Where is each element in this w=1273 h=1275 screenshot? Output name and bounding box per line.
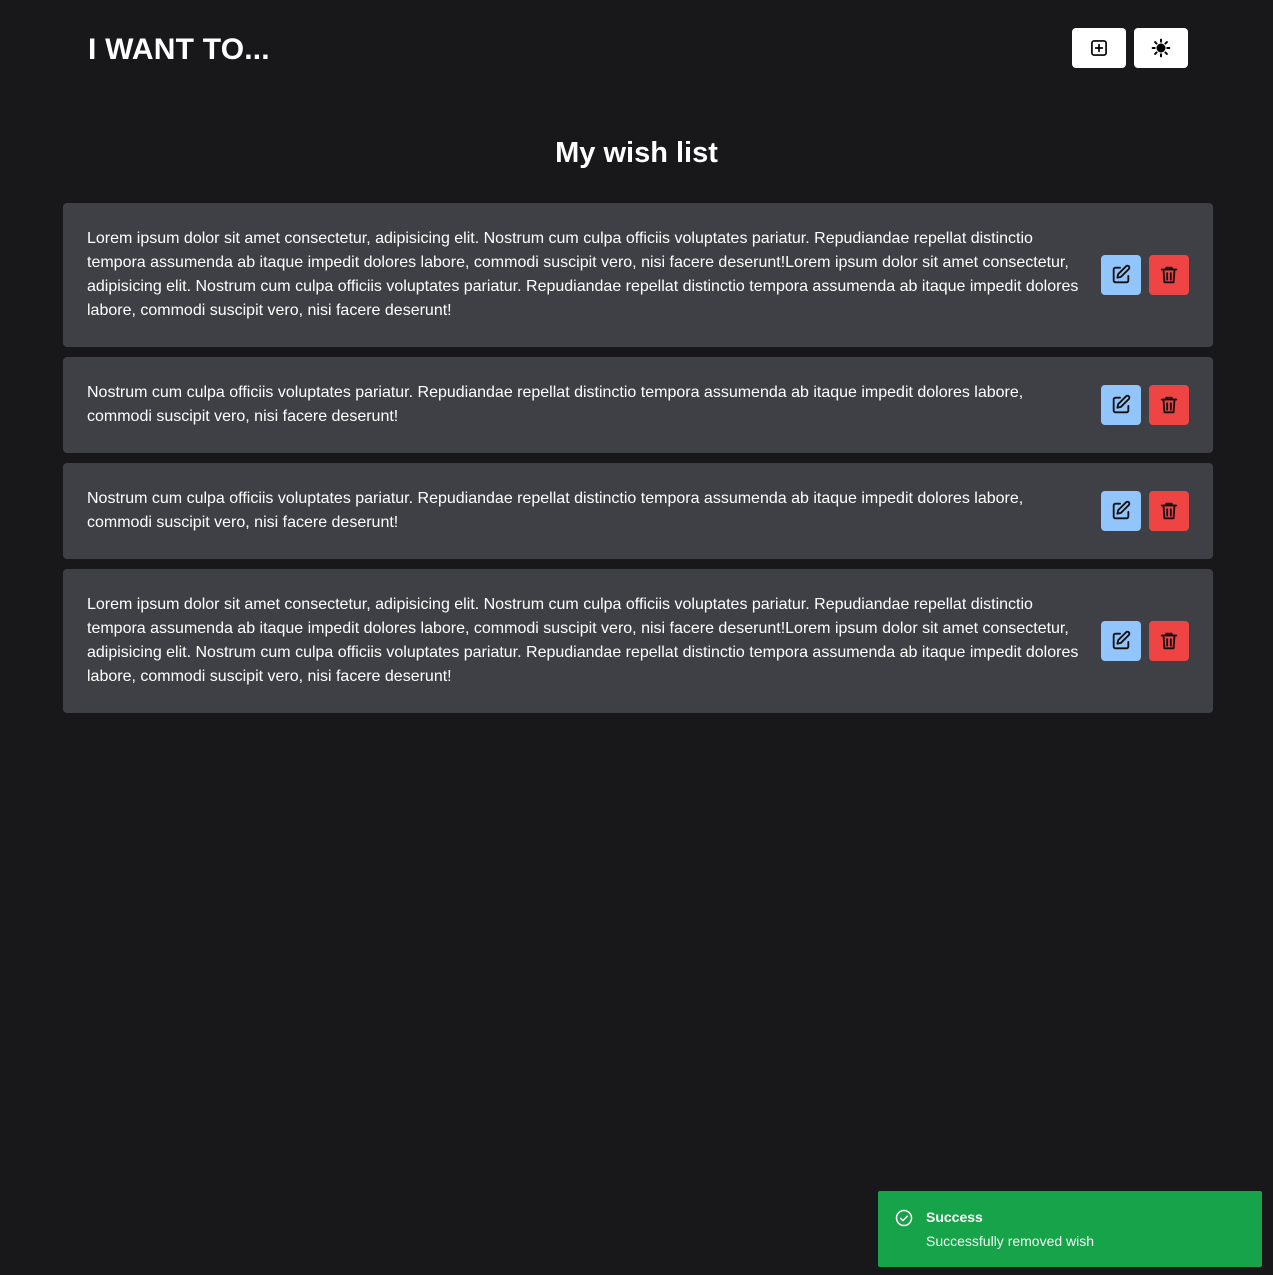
wish-text: Lorem ipsum dolor sit amet consectetur, … — [87, 230, 1079, 319]
wish-item: Lorem ipsum dolor sit amet consectetur, … — [63, 203, 1213, 347]
plus-square-icon — [1091, 40, 1107, 56]
edit-icon — [1112, 500, 1131, 520]
edit-icon — [1112, 264, 1131, 284]
wish-list-title: My wish list — [555, 137, 718, 169]
trash-icon — [1160, 396, 1178, 414]
wish-item: Nostrum cum culpa officiis voluptates pa… — [63, 357, 1213, 453]
edit-icon — [1112, 630, 1131, 650]
wish-actions — [1101, 255, 1189, 295]
sun-icon — [1151, 38, 1171, 58]
edit-wish-button[interactable] — [1101, 621, 1141, 661]
wish-actions — [1101, 621, 1189, 661]
toast-content: Success Successfully removed wish — [926, 1207, 1094, 1251]
edit-wish-button[interactable] — [1101, 385, 1141, 425]
wish-list: Lorem ipsum dolor sit amet consectetur, … — [63, 203, 1213, 723]
wish-actions — [1101, 385, 1189, 425]
toast-title: Success — [926, 1209, 983, 1225]
wish-text: Nostrum cum culpa officiis voluptates pa… — [87, 384, 1024, 425]
wish-text: Nostrum cum culpa officiis voluptates pa… — [87, 490, 1024, 531]
wish-item: Nostrum cum culpa officiis voluptates pa… — [63, 463, 1213, 559]
edit-wish-button[interactable] — [1101, 491, 1141, 531]
success-toast[interactable]: Success Successfully removed wish — [878, 1191, 1262, 1267]
trash-icon — [1160, 632, 1178, 650]
delete-wish-button[interactable] — [1149, 621, 1189, 661]
add-wish-button[interactable] — [1072, 28, 1126, 68]
delete-wish-button[interactable] — [1149, 255, 1189, 295]
wish-text: Lorem ipsum dolor sit amet consectetur, … — [87, 596, 1079, 685]
app-title: I WANT TO... — [88, 33, 270, 66]
wish-item: Lorem ipsum dolor sit amet consectetur, … — [63, 569, 1213, 713]
toast-message: Successfully removed wish — [926, 1233, 1095, 1249]
delete-wish-button[interactable] — [1149, 491, 1189, 531]
wish-actions — [1101, 491, 1189, 531]
trash-icon — [1160, 266, 1178, 284]
trash-icon — [1160, 502, 1178, 520]
page: I WANT TO... My wish list Lorem ipsum do… — [0, 0, 1273, 1275]
check-circle-icon — [895, 1209, 913, 1227]
edit-wish-button[interactable] — [1101, 255, 1141, 295]
theme-toggle-button[interactable] — [1134, 28, 1188, 68]
delete-wish-button[interactable] — [1149, 385, 1189, 425]
edit-icon — [1112, 394, 1131, 414]
